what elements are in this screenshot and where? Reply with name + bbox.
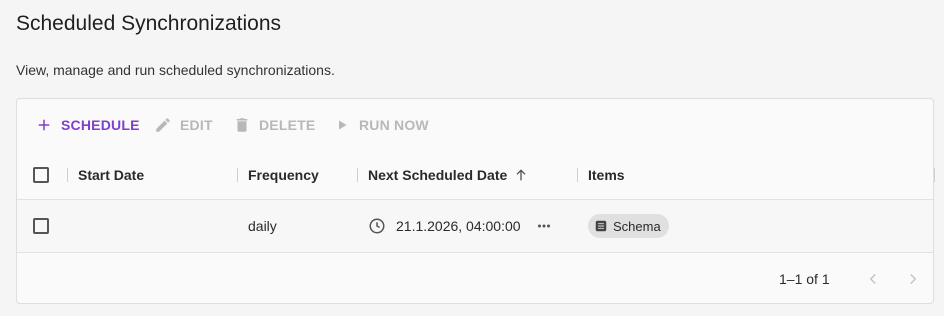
more-horizontal-icon — [538, 224, 550, 228]
next-scheduled-date-cell: 21.1.2026, 04:00:00 — [368, 200, 521, 252]
trash-icon — [236, 118, 248, 132]
table-row[interactable]: daily 21.1.2026, 04:00:00 Schema — [17, 200, 933, 253]
table-footer: 1–1 of 1 — [17, 253, 933, 305]
row-checkbox[interactable] — [33, 218, 49, 234]
schedule-button[interactable]: SCHEDULE — [35, 115, 140, 135]
arrow-up-icon[interactable] — [513, 167, 529, 183]
next-scheduled-date-value: 21.1.2026, 04:00:00 — [396, 218, 521, 234]
pencil-icon — [156, 118, 170, 132]
chevron-right-icon — [910, 273, 917, 285]
run-now-button-label: RUN NOW — [359, 117, 429, 133]
column-separator — [357, 168, 358, 182]
play-icon — [339, 120, 347, 130]
list-icon — [595, 220, 607, 232]
more-actions-button[interactable] — [535, 200, 553, 252]
column-separator — [237, 168, 238, 182]
column-header-next-scheduled-date[interactable]: Next Scheduled Date — [368, 151, 529, 199]
item-chip-label: Schema — [613, 218, 661, 234]
column-header-items[interactable]: Items — [588, 151, 625, 199]
select-all-checkbox[interactable] — [33, 167, 49, 183]
column-separator — [934, 168, 935, 182]
run-now-button[interactable]: RUN NOW — [333, 115, 429, 135]
pagination-range: 1–1 of 1 — [779, 271, 830, 287]
toolbar: SCHEDULE EDIT DELETE RUN NOW — [17, 99, 933, 151]
column-label: Start Date — [78, 167, 145, 183]
clock-icon — [369, 218, 385, 234]
delete-button-label: DELETE — [259, 117, 316, 133]
item-chip[interactable]: Schema — [588, 214, 669, 238]
edit-button[interactable]: EDIT — [154, 115, 213, 135]
column-header-start-date[interactable]: Start Date — [78, 151, 144, 199]
previous-page-button[interactable] — [861, 267, 885, 291]
edit-button-label: EDIT — [180, 117, 213, 133]
column-separator — [67, 168, 68, 182]
column-label: Frequency — [248, 167, 319, 183]
items-cell: Schema — [588, 200, 669, 252]
table-header: Start Date Frequency Next Scheduled Date… — [17, 151, 935, 200]
chevron-left-icon — [869, 273, 876, 285]
data-grid: SCHEDULE EDIT DELETE RUN NOW Start Date … — [16, 98, 935, 305]
page-subtitle: View, manage and run scheduled synchroni… — [16, 62, 335, 78]
column-label: Items — [588, 167, 625, 183]
page-title: Scheduled Synchronizations — [16, 12, 282, 35]
next-page-button[interactable] — [901, 267, 925, 291]
column-separator — [577, 168, 578, 182]
frequency-cell: daily — [248, 218, 277, 234]
schedule-button-label: SCHEDULE — [61, 117, 140, 133]
column-header-frequency[interactable]: Frequency — [248, 151, 319, 199]
plus-icon — [38, 119, 50, 131]
delete-button[interactable]: DELETE — [233, 115, 315, 135]
column-label: Next Scheduled Date — [368, 167, 508, 183]
